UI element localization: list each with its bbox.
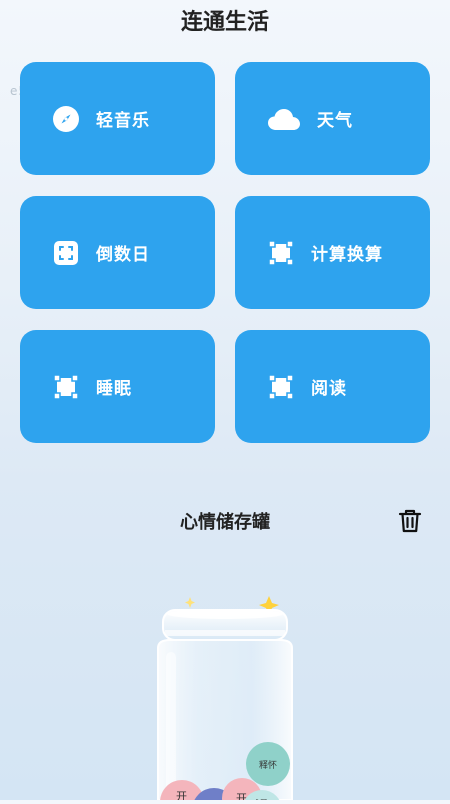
card-label: 阅读 bbox=[311, 379, 347, 399]
trash-icon bbox=[398, 509, 422, 533]
card-label: 倒数日 bbox=[96, 245, 150, 265]
frame-icon bbox=[267, 239, 295, 267]
card-countdown[interactable]: 倒数日 bbox=[20, 196, 215, 309]
scan-frame-icon bbox=[52, 239, 80, 267]
card-label: 天气 bbox=[317, 111, 353, 131]
card-reading[interactable]: 阅读 bbox=[235, 330, 430, 443]
card-label: 睡眠 bbox=[96, 379, 132, 399]
mood-ball: 释怀 bbox=[246, 742, 290, 786]
mood-jar-title: 心情储存罐 bbox=[180, 512, 270, 533]
delete-button[interactable] bbox=[396, 507, 424, 535]
svg-text:开: 开 bbox=[236, 792, 247, 800]
sparkle-icon bbox=[185, 597, 195, 608]
svg-text:释怀: 释怀 bbox=[259, 759, 277, 771]
feature-grid: 轻音乐 天气 倒数日 计算换算 睡眠 阅读 bbox=[20, 62, 430, 443]
card-light-music[interactable]: 轻音乐 bbox=[20, 62, 215, 175]
cloud-icon bbox=[267, 105, 301, 133]
compass-icon bbox=[52, 105, 80, 133]
svg-text:开: 开 bbox=[176, 790, 187, 800]
mood-jar[interactable]: 开 开 难受 释怀 bbox=[130, 592, 320, 804]
frame-icon bbox=[52, 373, 80, 401]
frame-icon bbox=[267, 373, 295, 401]
card-weather[interactable]: 天气 bbox=[235, 62, 430, 175]
page-title: 连通生活 bbox=[180, 10, 269, 35]
card-calculator[interactable]: 计算换算 bbox=[235, 196, 430, 309]
card-sleep[interactable]: 睡眠 bbox=[20, 330, 215, 443]
card-label: 计算换算 bbox=[311, 245, 383, 265]
card-label: 轻音乐 bbox=[96, 111, 150, 131]
